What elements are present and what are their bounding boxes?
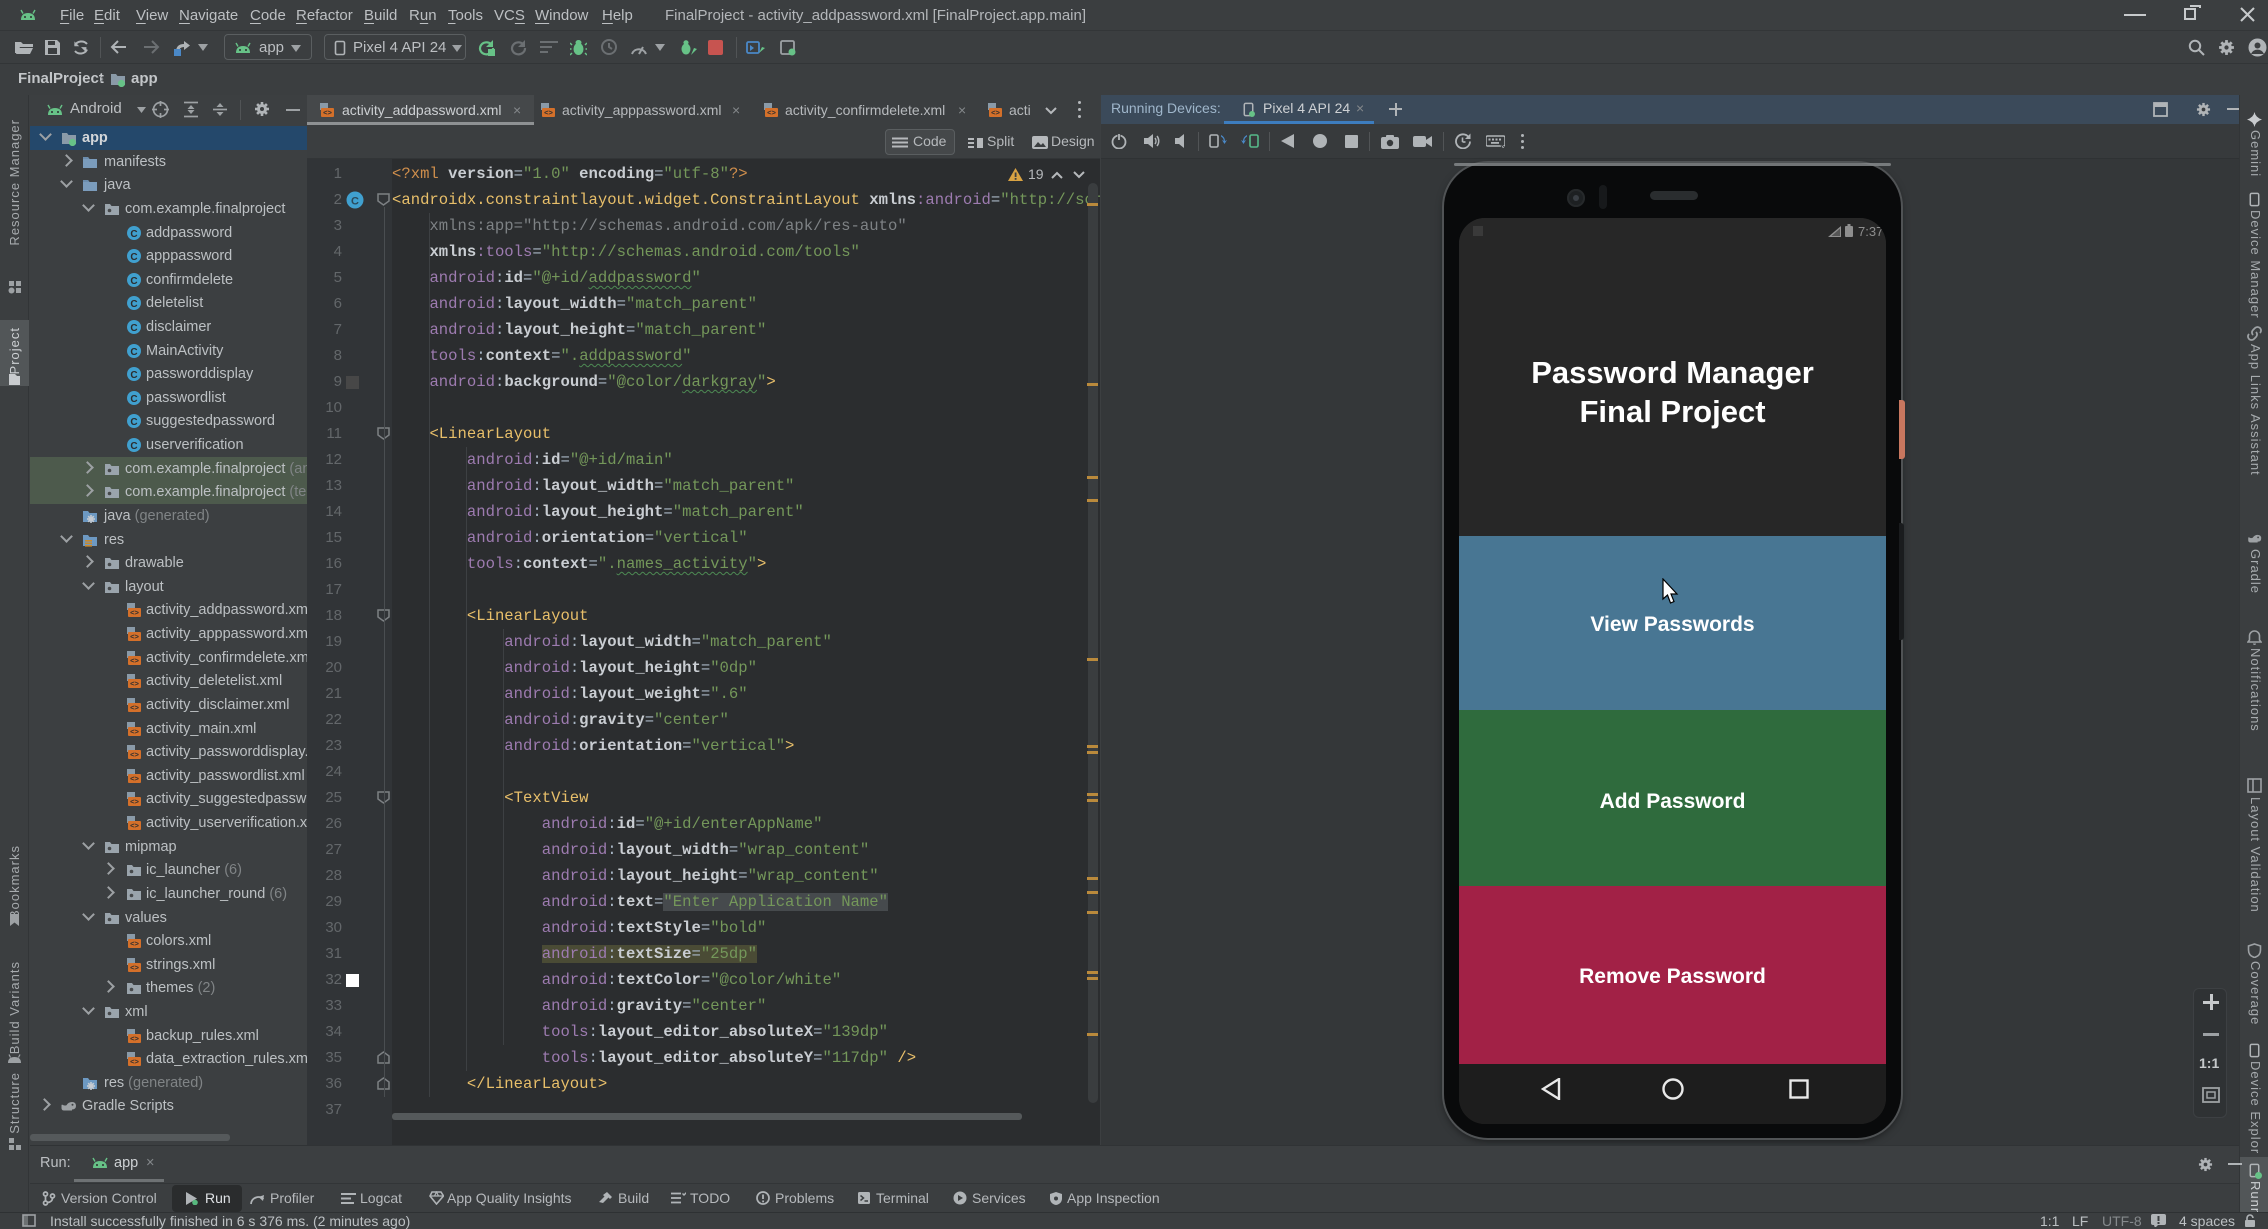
svg-text:C: C <box>351 196 359 208</box>
